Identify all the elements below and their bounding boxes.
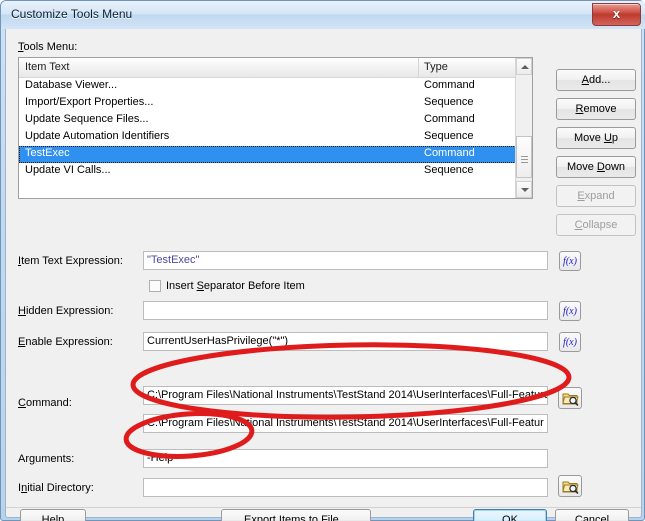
remove-button-label: Remove — [575, 102, 617, 115]
column-separator[interactable] — [418, 58, 419, 77]
cell-item-text: Database Viewer... — [25, 79, 118, 91]
cell-type: Command — [424, 79, 475, 91]
column-header-item-text[interactable]: Item Text — [25, 61, 69, 73]
command-dropdown-item[interactable]: C:\Program Files\National Instruments\Te… — [143, 414, 548, 433]
cell-item-text: Update Sequence Files... — [25, 113, 149, 125]
command-label: Command: — [18, 397, 72, 409]
initial-directory-input[interactable] — [143, 478, 548, 497]
cancel-button[interactable]: Cancel — [555, 509, 629, 521]
insert-separator-checkbox[interactable] — [149, 280, 161, 292]
initial-directory-browse-button[interactable] — [558, 475, 582, 497]
remove-button[interactable]: Remove — [556, 98, 636, 120]
move-up-button-label: Move Up — [573, 131, 619, 144]
folder-search-icon — [561, 481, 579, 494]
table-row[interactable]: Import/Export Properties... Sequence — [19, 95, 532, 112]
table-row[interactable]: Update Sequence Files... Command — [19, 112, 532, 129]
enable-expression-label: Enable Expression: — [18, 336, 113, 348]
table-row[interactable]: Update Automation Identifiers Sequence — [19, 129, 532, 146]
expand-button: Expand — [556, 185, 636, 207]
window-title: Customize Tools Menu — [11, 7, 133, 21]
table-row[interactable]: Database Viewer... Command — [19, 78, 532, 95]
insert-separator-label[interactable]: Insert Separator Before Item — [166, 280, 305, 292]
enable-expression-function-icon[interactable]: f(x) — [559, 332, 581, 352]
export-items-button[interactable]: Export Items to File... — [221, 509, 371, 521]
move-down-button[interactable]: Move Down — [556, 156, 636, 178]
title-bar[interactable]: Customize Tools Menu x — [1, 1, 645, 29]
column-header-type[interactable]: Type — [424, 61, 448, 73]
cell-type: Command — [424, 113, 475, 125]
move-down-button-label: Move Down — [566, 160, 626, 173]
command-browse-button[interactable] — [558, 387, 582, 409]
close-button[interactable]: x — [592, 3, 641, 26]
listview-vertical-scrollbar[interactable] — [515, 58, 532, 198]
scroll-up-icon[interactable] — [516, 58, 532, 75]
help-button[interactable]: Help — [20, 509, 86, 521]
table-row[interactable]: Update VI Calls... Sequence — [19, 163, 532, 180]
ok-button[interactable]: OK — [473, 509, 547, 521]
listview-header: Item Text Type — [19, 58, 532, 78]
cell-type: Sequence — [424, 164, 474, 176]
command-input[interactable]: C:\Program Files\National Instruments\Te… — [143, 386, 548, 405]
add-button[interactable]: Add... — [556, 69, 636, 91]
item-text-expression-function-icon[interactable]: f(x) — [559, 251, 581, 271]
cell-item-text: TestExec — [25, 147, 70, 159]
collapse-button-label: Collapse — [574, 218, 618, 231]
cell-type: Sequence — [424, 96, 474, 108]
cell-type: Command — [424, 147, 475, 159]
scroll-down-icon[interactable] — [516, 181, 532, 198]
help-button-label: Help — [41, 514, 65, 521]
dialog-client-area: Tools Menu: Item Text Type Database View… — [5, 29, 642, 521]
arguments-label: Arguments: — [18, 453, 75, 465]
item-text-expression-label: Item Text Expression: — [18, 255, 123, 267]
initial-directory-label: Initial Directory: — [18, 482, 94, 494]
table-row-selected[interactable]: TestExec Command — [19, 146, 532, 163]
scrollbar-thumb[interactable] — [516, 136, 532, 178]
cell-item-text: Update VI Calls... — [25, 164, 111, 176]
folder-search-icon — [561, 393, 579, 406]
cell-item-text: Update Automation Identifiers — [25, 130, 170, 142]
expand-button-label: Expand — [577, 189, 615, 202]
arguments-input[interactable]: -Help — [143, 449, 548, 468]
collapse-button: Collapse — [556, 214, 636, 236]
ok-button-label: OK — [502, 514, 518, 521]
add-button-label: Add... — [581, 73, 611, 86]
bottom-separator — [6, 507, 641, 508]
customize-tools-menu-dialog: Customize Tools Menu x Tools Menu: Item … — [0, 0, 645, 521]
hidden-expression-function-icon[interactable]: f(x) — [559, 301, 581, 321]
cell-item-text: Import/Export Properties... — [25, 96, 154, 108]
hidden-expression-label: Hidden Expression: — [18, 305, 114, 317]
item-text-expression-input[interactable]: "TestExec" — [143, 251, 548, 270]
move-up-button[interactable]: Move Up — [556, 127, 636, 149]
tools-menu-listview[interactable]: Item Text Type Database Viewer... Comman… — [18, 57, 533, 199]
hidden-expression-input[interactable] — [143, 301, 548, 320]
cell-type: Sequence — [424, 130, 474, 142]
enable-expression-input[interactable]: CurrentUserHasPrivilege("*") — [143, 332, 548, 351]
listview-rows: Database Viewer... Command Import/Export… — [19, 78, 532, 180]
tools-menu-label: Tools Menu: — [18, 41, 78, 53]
export-items-button-label: Export Items to File... — [244, 514, 348, 521]
